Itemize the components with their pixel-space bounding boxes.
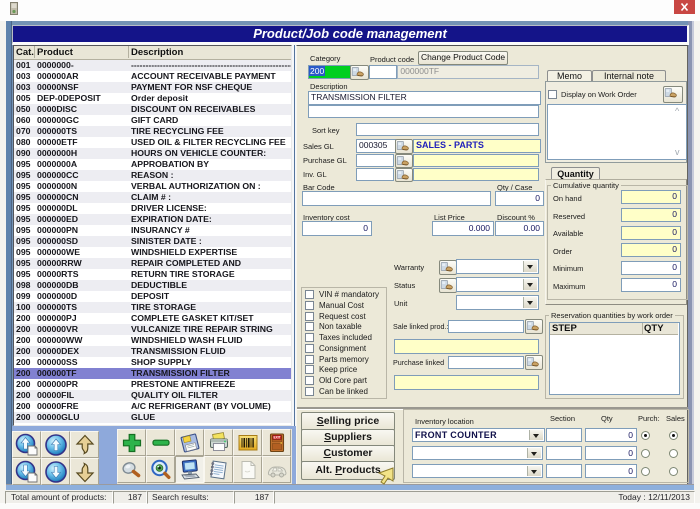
svg-text:EXIT: EXIT bbox=[273, 436, 280, 440]
